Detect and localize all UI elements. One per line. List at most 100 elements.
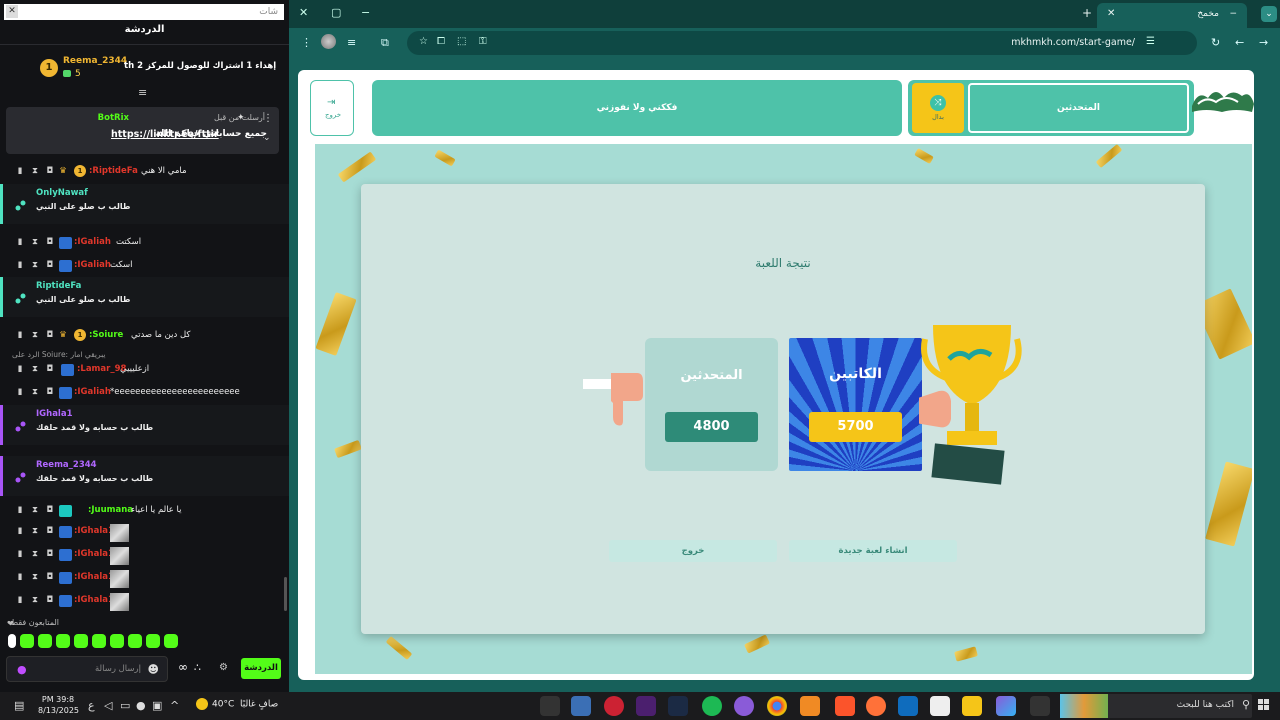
swap-button[interactable]: ⤨ بدال	[912, 83, 964, 133]
delete-icon[interactable]: ▮	[16, 596, 24, 605]
emote-button[interactable]	[8, 634, 16, 648]
emoji-icon[interactable]: ☻	[148, 663, 159, 676]
chat-username[interactable]: :IGhala1	[74, 572, 114, 582]
app-icon[interactable]	[571, 696, 591, 716]
minimize-icon[interactable]: −	[361, 6, 370, 19]
chat-search-input[interactable]: ✕ شات	[4, 4, 284, 20]
star-icon[interactable]: ☆	[419, 36, 428, 47]
exit-top-button[interactable]: ⇥ خروج	[310, 80, 354, 136]
app-icon[interactable]	[636, 696, 656, 716]
delete-icon[interactable]: ▮	[16, 167, 24, 176]
spotify-icon[interactable]	[702, 696, 722, 716]
team1-button[interactable]: ⤨ بدال المتحدثين	[908, 80, 1194, 136]
app-icon[interactable]	[540, 696, 560, 716]
delete-icon[interactable]: ▮	[16, 261, 24, 270]
chevron-down-icon[interactable]: ⌄	[263, 133, 271, 143]
emote-bar[interactable]	[8, 633, 288, 649]
chat-username[interactable]: :Lamar_98	[77, 364, 126, 374]
start-icon[interactable]	[1258, 699, 1270, 711]
chat-username[interactable]: :IGaliah	[74, 260, 111, 270]
exit-button[interactable]: خروج	[609, 540, 777, 562]
chat-username[interactable]: :IGaliah	[74, 237, 111, 247]
card-username[interactable]: IGhala1	[36, 409, 73, 419]
delete-icon[interactable]: ▮	[16, 365, 24, 374]
taskbar-search-input[interactable]: اكتب هنا للبحث ⚲	[1060, 694, 1252, 718]
tray-app-icon[interactable]: ▣	[152, 699, 162, 712]
chrome-icon[interactable]	[767, 696, 787, 716]
extensions-icon[interactable]: ⧉	[381, 36, 389, 50]
chat-username[interactable]: :IGaliah	[74, 387, 111, 397]
app-icon[interactable]	[734, 696, 754, 716]
emote-button[interactable]	[92, 634, 106, 648]
timeout-icon[interactable]: ⧗	[31, 167, 39, 176]
chat-message-input[interactable]: ● إرسال رسالة ☻	[6, 656, 168, 682]
store-icon[interactable]	[930, 696, 950, 716]
emote-button[interactable]	[74, 634, 88, 648]
gear-icon[interactable]: ⚙	[219, 662, 228, 673]
site-info-icon[interactable]: ☰	[1146, 36, 1155, 47]
notifications-icon[interactable]: ▤	[14, 699, 24, 712]
timeout-icon[interactable]: ⧗	[31, 527, 39, 536]
delete-icon[interactable]: ▮	[16, 527, 24, 536]
app-icon[interactable]	[996, 696, 1016, 716]
app-icon[interactable]	[604, 696, 624, 716]
firefox-icon[interactable]	[866, 696, 886, 716]
password-icon[interactable]: ⚿	[479, 36, 487, 47]
maximize-icon[interactable]: ▢	[331, 6, 341, 19]
reload-icon[interactable]: ↻	[1211, 36, 1220, 49]
new-tab-icon[interactable]: +	[1082, 6, 1092, 20]
new-game-button[interactable]: انشاء لعبة جديدة	[789, 540, 957, 562]
emote-button[interactable]	[20, 634, 34, 648]
steam-icon[interactable]	[668, 696, 688, 716]
delete-icon[interactable]: ▮	[16, 573, 24, 582]
timeout-icon[interactable]: ⧗	[31, 596, 39, 605]
timeout-icon[interactable]: ⧗	[31, 573, 39, 582]
reading-list-icon[interactable]: ≡	[347, 36, 356, 49]
delete-icon[interactable]: ▮	[16, 238, 24, 247]
chat-username[interactable]: :IGhala1	[74, 595, 114, 605]
card-username[interactable]: Reema_2344	[36, 460, 97, 470]
chevron-up-icon[interactable]: ^	[170, 699, 179, 712]
back-icon[interactable]: →	[1259, 36, 1268, 49]
team2-button[interactable]: فككني ولا نفوزني	[372, 80, 902, 136]
translate-icon[interactable]: ⧠	[437, 36, 445, 47]
timeout-icon[interactable]: ⧗	[31, 550, 39, 559]
filter-icon[interactable]: ≡	[138, 87, 149, 98]
emote-button[interactable]	[164, 634, 178, 648]
emote-button[interactable]	[110, 634, 124, 648]
weather-widget[interactable]: 40°C صافٍ غالبًا	[196, 698, 278, 710]
chat-send-button[interactable]: الدردشة	[241, 658, 281, 679]
task-view-icon[interactable]	[1030, 696, 1050, 716]
screenshot-icon[interactable]: ⬚	[457, 36, 466, 47]
infinity-icon[interactable]: ∞	[178, 660, 188, 674]
chat-username[interactable]: :IGhala1	[74, 526, 114, 536]
pinned-message[interactable]: ⋮ ✦ BotRix أرسلت من قبل جميع حساباتي حيا…	[6, 107, 279, 154]
outlook-icon[interactable]	[898, 696, 918, 716]
close-window-icon[interactable]: ✕	[299, 6, 308, 19]
chat-username[interactable]: :Soiure	[89, 330, 123, 340]
timeout-icon[interactable]: ⧗	[31, 506, 39, 515]
chat-username[interactable]: :Juumana	[88, 505, 133, 515]
close-icon[interactable]: ✕	[6, 5, 18, 18]
network-icon[interactable]: ▭	[120, 699, 130, 712]
pinned-link[interactable]: https://linktr.ee/fttir	[111, 129, 219, 140]
clock[interactable]: PM 39:8 8/13/2025	[38, 694, 79, 716]
tab-active[interactable]: ✕ مخمخ −	[1097, 3, 1247, 28]
timeout-icon[interactable]: ⧗	[31, 261, 39, 270]
url-bar[interactable]: ☆ ⧠ ⬚ ⚿ mkhmkh.com/start-game/ ☰	[407, 31, 1197, 55]
chat-username[interactable]: :IGhala1	[74, 549, 114, 559]
delete-icon[interactable]: ▮	[16, 550, 24, 559]
profile-avatar[interactable]	[321, 34, 336, 49]
delete-icon[interactable]: ▮	[16, 388, 24, 397]
explorer-icon[interactable]	[962, 696, 982, 716]
forward-icon[interactable]: ←	[1235, 36, 1244, 49]
points-icon[interactable]: ∴	[194, 661, 201, 674]
delete-icon[interactable]: ▮	[16, 331, 24, 340]
emote-button[interactable]	[56, 634, 70, 648]
mic-icon[interactable]: ●	[17, 663, 27, 676]
delete-icon[interactable]: ▮	[16, 506, 24, 515]
brave-icon[interactable]	[835, 696, 855, 716]
chat-username[interactable]: :RiptideFa	[89, 166, 138, 176]
chat-scrollbar[interactable]	[284, 577, 287, 611]
emote-button[interactable]	[128, 634, 142, 648]
